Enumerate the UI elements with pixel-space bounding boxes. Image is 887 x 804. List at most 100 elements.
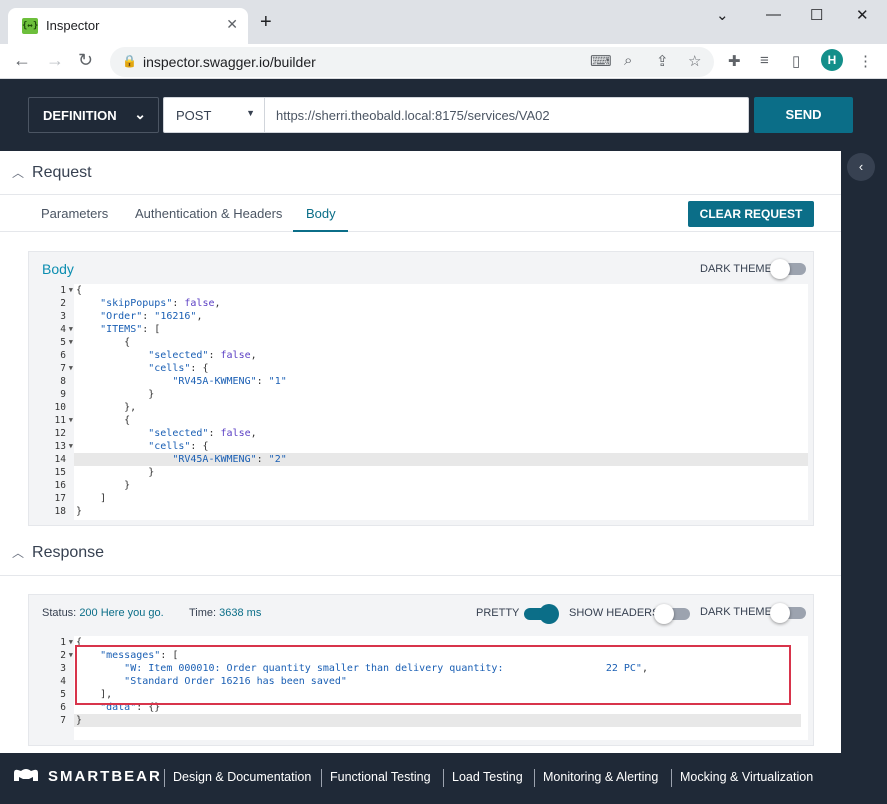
footer-link-monitoring-alerting[interactable]: Monitoring & Alerting [543, 770, 658, 784]
show-headers-label: SHOW HEADERS [569, 607, 660, 619]
collapse-panel-icon[interactable]: ‹ [847, 153, 875, 181]
send-button[interactable]: SEND [754, 97, 853, 133]
tab-close-icon[interactable]: ✕ [226, 16, 238, 33]
code-line: { [76, 337, 131, 348]
footer-link-functional-testing[interactable]: Functional Testing [330, 770, 431, 784]
swagger-favicon-icon: {↔} [22, 18, 38, 34]
side-panel-icon[interactable]: ▯ [792, 52, 800, 70]
fold-toggle-icon[interactable]: ▼ [69, 323, 73, 336]
browser-tab[interactable]: {↔} Inspector ✕ [8, 8, 248, 44]
back-icon[interactable]: ← [13, 50, 31, 70]
annotation-highlight-box [75, 645, 791, 705]
address-bar[interactable]: 🔒 inspector.swagger.io/builder ⌨ ⌕ ⇪ ☆ [110, 47, 714, 77]
definition-button[interactable]: DEFINITION ⌄ [28, 97, 159, 133]
code-line: "selected": false, [148, 428, 257, 439]
line-number: 2 [60, 298, 66, 309]
fold-toggle-icon[interactable]: ▼ [69, 336, 73, 349]
tab-parameters[interactable]: Parameters [41, 206, 108, 221]
address-url[interactable]: inspector.swagger.io/builder [143, 54, 316, 70]
tab-body[interactable]: Body [306, 206, 336, 221]
extensions-icon[interactable]: ✚ [728, 52, 741, 70]
line-number: 4 [60, 676, 66, 687]
response-section-title: Response [32, 544, 105, 561]
fold-toggle-icon[interactable]: ▼ [69, 284, 73, 297]
code-line: "skipPopups": false, [100, 298, 221, 309]
response-section-header[interactable]: ︿ Response [12, 544, 104, 562]
line-number: 8 [60, 376, 66, 387]
fold-toggle-icon[interactable]: ▼ [69, 649, 73, 662]
translate-icon[interactable]: ⌨ [590, 52, 612, 70]
fold-toggle-icon[interactable]: ▼ [69, 362, 73, 375]
footer-link-design-documentation[interactable]: Design & Documentation [173, 770, 311, 784]
code-line: } [76, 480, 131, 491]
chevron-up-icon: ︿ [12, 546, 25, 560]
line-number: 4 ▼ [60, 323, 73, 336]
status-info: Status: 200 Here you go. [42, 607, 164, 619]
request-url-input[interactable]: https://sherri.theobald.local:8175/servi… [264, 97, 749, 133]
dark-theme-toggle[interactable] [770, 259, 806, 279]
smartbear-footer: SMARTBEAR Design & Documentation Functio… [0, 753, 887, 804]
share-icon[interactable]: ⇪ [656, 52, 669, 70]
line-number: 5 [60, 689, 66, 700]
line-number: 3 [60, 311, 66, 322]
code-line: { [76, 415, 131, 426]
code-line: } [76, 506, 83, 517]
line-number: 1 ▼ [60, 284, 73, 297]
code-line: "ITEMS": [ [100, 324, 161, 335]
code-line: "RV45A-KWMENG": "1" [172, 376, 287, 387]
clear-request-button[interactable]: CLEAR REQUEST [688, 201, 814, 227]
close-window-icon[interactable]: ✕ [856, 6, 869, 24]
lock-icon[interactable]: 🔒 [122, 54, 137, 68]
smartbear-logo[interactable]: SMARTBEAR [12, 767, 162, 785]
body-panel-label: Body [42, 261, 74, 277]
request-body-editor[interactable]: 1 ▼ {2 "skipPopups": false, 3 "Order": "162… [34, 284, 808, 520]
line-number: 3 [60, 663, 66, 674]
method-select[interactable]: POST ▼ [163, 97, 265, 133]
forward-icon[interactable]: → [46, 50, 64, 70]
line-number: 9 [60, 389, 66, 400]
fold-toggle-icon[interactable]: ▼ [69, 414, 73, 427]
media-icon[interactable]: ≡ [760, 52, 769, 69]
dark-theme-label: DARK THEME [700, 606, 772, 618]
line-number: 13 ▼ [54, 440, 73, 453]
dark-theme-label: DARK THEME [700, 263, 772, 275]
active-line-highlight [74, 714, 801, 727]
dark-theme-toggle[interactable] [770, 603, 806, 623]
code-line: "Order": "16216", [100, 311, 203, 322]
footer-link-load-testing[interactable]: Load Testing [452, 770, 523, 784]
chevron-down-icon: ⌄ [134, 106, 146, 122]
show-headers-toggle[interactable] [654, 604, 690, 624]
caret-down-icon: ▼ [246, 108, 255, 118]
line-number: 6 [60, 350, 66, 361]
fold-toggle-icon[interactable]: ▼ [69, 440, 73, 453]
line-number: 7 ▼ [60, 362, 73, 375]
pretty-label: PRETTY [476, 607, 520, 619]
footer-separator [443, 769, 444, 787]
side-strip [841, 151, 887, 753]
line-number: 16 [54, 480, 66, 491]
menu-icon[interactable]: ⋮ [858, 52, 873, 70]
profile-avatar[interactable]: H [821, 49, 843, 71]
line-number: 10 [54, 402, 66, 413]
request-section-header[interactable]: ︿ Request [12, 164, 92, 182]
bookmark-star-icon[interactable]: ☆ [688, 52, 701, 70]
line-number: 2 ▼ [60, 649, 73, 662]
line-number: 5 ▼ [60, 336, 73, 349]
pretty-toggle[interactable] [524, 604, 559, 624]
maximize-icon[interactable]: ☐ [810, 6, 823, 24]
fold-toggle-icon[interactable]: ▼ [69, 636, 73, 649]
reload-icon[interactable]: ↻ [78, 50, 93, 70]
toggle-knob [770, 259, 790, 279]
new-tab-icon[interactable]: + [260, 12, 272, 32]
footer-link-mocking-virtualization[interactable]: Mocking & Virtualization [680, 770, 813, 784]
tab-authentication-headers[interactable]: Authentication & Headers [135, 206, 282, 221]
time-value: 3638 ms [219, 607, 262, 619]
line-number: 12 [54, 428, 66, 439]
zoom-icon[interactable]: ⌕ [624, 52, 632, 69]
footer-separator [671, 769, 672, 787]
definition-label: DEFINITION [43, 108, 117, 123]
chevron-down-icon[interactable]: ⌄ [716, 6, 729, 24]
code-line: "selected": false, [148, 350, 257, 361]
line-number: 11 ▼ [54, 414, 73, 427]
minimize-icon[interactable]: — [766, 6, 781, 23]
